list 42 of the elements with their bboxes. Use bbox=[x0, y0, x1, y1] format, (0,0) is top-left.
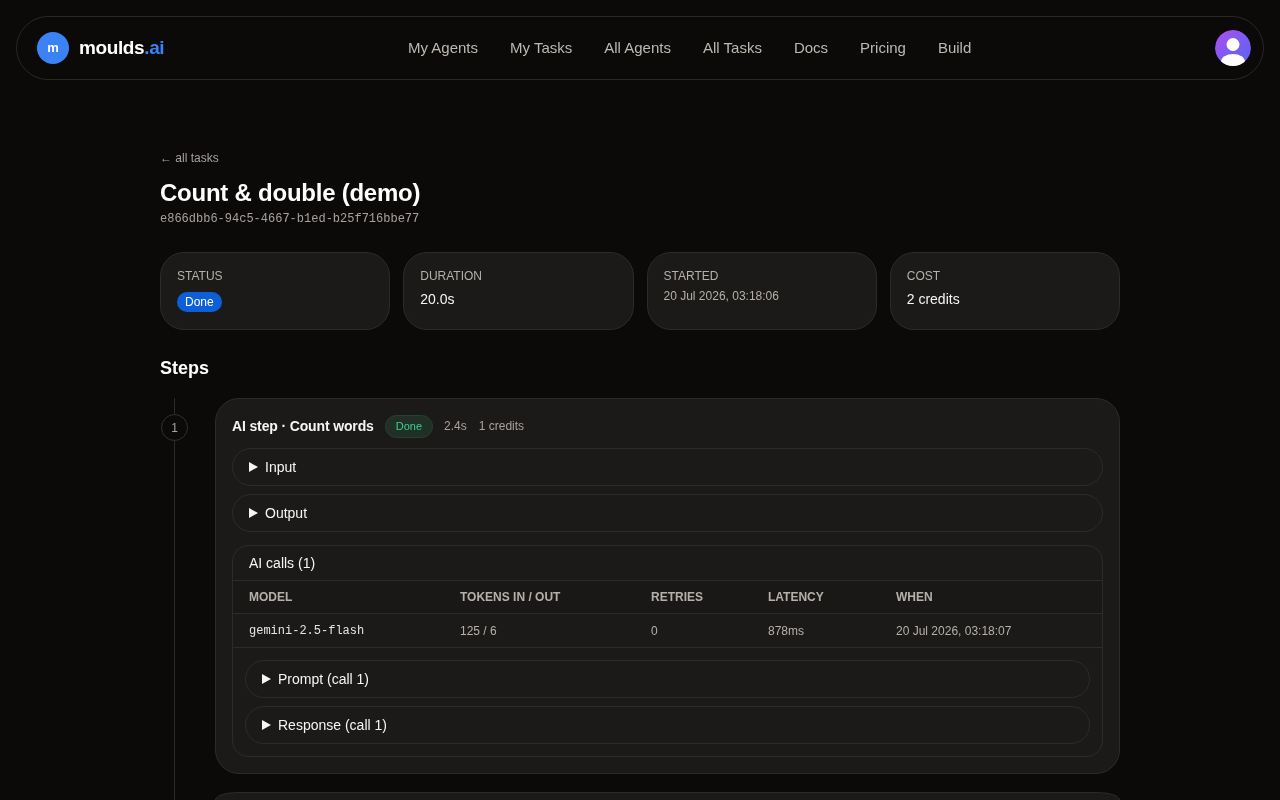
nav-link[interactable]: All Agents bbox=[604, 36, 671, 60]
step-cost: 1 credits bbox=[478, 418, 525, 434]
stat-value: 20.0s bbox=[420, 290, 455, 309]
logo-text[interactable]: moulds.ai bbox=[79, 33, 165, 63]
section-heading: Steps bbox=[160, 357, 210, 380]
table-cell: 20 Jul 2026, 03:18:07 bbox=[896, 622, 1012, 639]
collapsible-section[interactable]: Output bbox=[232, 494, 1103, 532]
back-link[interactable]: ← all tasks bbox=[160, 150, 219, 166]
collapsible-section[interactable]: Prompt (call 1) bbox=[245, 660, 1090, 698]
nav-link[interactable]: Build bbox=[937, 36, 972, 60]
panel-title: AI calls (1) bbox=[249, 554, 316, 573]
stat-label: COST bbox=[906, 268, 941, 284]
avatar-icon[interactable] bbox=[1215, 30, 1251, 66]
table-cell: 125 / 6 bbox=[460, 622, 497, 639]
stat-value: 2 credits bbox=[906, 290, 960, 309]
logo-mark: m bbox=[37, 32, 69, 64]
column-header: TOKENS IN / OUT bbox=[460, 589, 561, 605]
nav-link[interactable]: My Tasks bbox=[510, 36, 573, 60]
page-title: Count & double (demo) bbox=[160, 178, 421, 208]
stat-label: STARTED bbox=[663, 268, 719, 284]
nav-link[interactable]: Docs bbox=[793, 36, 829, 60]
column-header: MODEL bbox=[249, 589, 293, 605]
task-id: e866dbb6-94c5-4667-b1ed-b25f716bbe77 bbox=[160, 211, 420, 227]
column-header: WHEN bbox=[896, 589, 933, 605]
table-cell: gemini-2.5-flash bbox=[249, 622, 365, 639]
stat-value: 20 Jul 2026, 03:18:06 bbox=[663, 288, 779, 304]
nav-link[interactable]: My Agents bbox=[407, 36, 478, 60]
step-number: 1 bbox=[161, 414, 188, 441]
collapsible-section[interactable]: Input bbox=[232, 448, 1103, 486]
column-header: RETRIES bbox=[651, 589, 703, 605]
table-cell: 878ms bbox=[768, 622, 805, 639]
step-title: AI step · Count words bbox=[232, 417, 374, 436]
status-badge: Done bbox=[384, 414, 434, 438]
stat-label: DURATION bbox=[420, 268, 483, 284]
step-duration: 2.4s bbox=[444, 418, 467, 434]
collapsible-section[interactable]: Response (call 1) bbox=[245, 706, 1090, 744]
nav-link[interactable]: Pricing bbox=[860, 36, 906, 60]
column-header: LATENCY bbox=[768, 589, 824, 605]
stat-label: STATUS bbox=[177, 268, 223, 284]
status-badge: Done bbox=[177, 292, 222, 312]
nav-link[interactable]: All Tasks bbox=[702, 36, 762, 60]
table-cell: 0 bbox=[651, 622, 658, 639]
